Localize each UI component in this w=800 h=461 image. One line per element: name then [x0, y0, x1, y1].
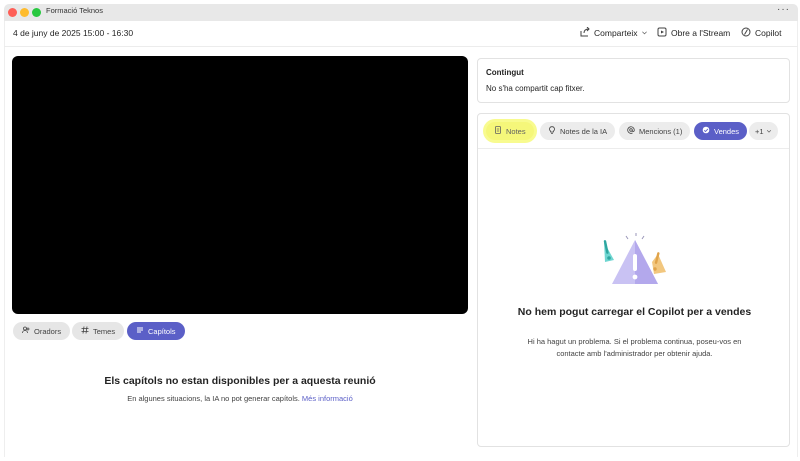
tab-chapters[interactable]: Capítols [127, 322, 185, 340]
open-in-stream-label: Obre a l'Stream [671, 28, 731, 38]
people-icon [22, 326, 30, 336]
chevron-down-icon [641, 28, 648, 38]
content-card: Contingut No s'ha compartit cap fitxer. [477, 58, 790, 103]
open-in-stream-button[interactable]: Obre a l'Stream [657, 27, 730, 39]
share-button[interactable]: Comparteix [580, 26, 648, 39]
more-tabs-button[interactable]: +1 [749, 122, 778, 140]
insights-panel: Notes Notes de la IA Mencions (1) Vendes… [477, 113, 790, 447]
minimize-window-button[interactable] [20, 8, 29, 17]
tab-notes[interactable]: Notes [486, 122, 534, 140]
tabs-divider [478, 148, 789, 149]
learn-more-link[interactable]: Més informació [302, 394, 353, 403]
copilot-button[interactable]: Copilot [741, 27, 781, 39]
maximize-window-button[interactable] [32, 8, 41, 17]
notes-icon [494, 126, 502, 136]
tab-notes-label: Notes [506, 126, 526, 136]
at-icon [627, 126, 635, 136]
chapters-unavailable-title: Els capítols no estan disponibles per a … [104, 375, 376, 387]
tab-speakers-label: Oradors [34, 326, 62, 336]
content-empty-text: No s'ha compartit cap fitxer. [486, 84, 585, 93]
header-divider [4, 46, 798, 47]
lightbulb-icon [548, 126, 556, 136]
share-label: Comparteix [594, 28, 638, 38]
close-window-button[interactable] [8, 8, 17, 17]
window-titlebar: Formació Teknos ··· [4, 4, 798, 21]
chevron-down-icon [766, 127, 772, 136]
tab-ai-notes[interactable]: Notes de la IA [540, 122, 616, 140]
tab-mentions[interactable]: Mencions (1) [619, 122, 691, 140]
more-options-button[interactable]: ··· [777, 4, 790, 15]
error-title: No hem pogut carregar el Copilot per a v… [517, 306, 752, 318]
hashtag-icon [81, 326, 89, 336]
meeting-date: 4 de juny de 2025 15:00 - 16:30 [13, 28, 134, 38]
tab-topics[interactable]: Temes [72, 322, 125, 340]
more-tabs-label: +1 [755, 126, 764, 136]
window-title: Formació Teknos [46, 6, 103, 15]
tab-topics-label: Temes [93, 326, 116, 336]
sales-icon [702, 126, 710, 136]
copilot-label: Copilot [755, 28, 782, 38]
video-player[interactable] [12, 56, 468, 314]
tab-mentions-label: Mencions (1) [639, 126, 683, 136]
tab-speakers[interactable]: Oradors [13, 322, 71, 340]
chapters-unavailable-text: En algunes situacions, la IA no pot gene… [127, 394, 300, 403]
share-icon [580, 26, 590, 39]
tab-sales[interactable]: Vendes [694, 122, 748, 140]
chapters-unavailable-message: En algunes situacions, la IA no pot gene… [0, 394, 480, 403]
tab-sales-label: Vendes [714, 126, 740, 136]
warning-illustration-icon [600, 232, 670, 294]
tab-chapters-label: Capítols [148, 326, 176, 336]
copilot-icon [741, 27, 751, 39]
tab-ai-notes-label: Notes de la IA [560, 126, 608, 136]
stream-icon [657, 27, 667, 39]
content-title: Contingut [486, 68, 524, 77]
list-icon [136, 326, 144, 336]
error-description: Hi ha hagut un problema. Si el problema … [527, 337, 742, 358]
